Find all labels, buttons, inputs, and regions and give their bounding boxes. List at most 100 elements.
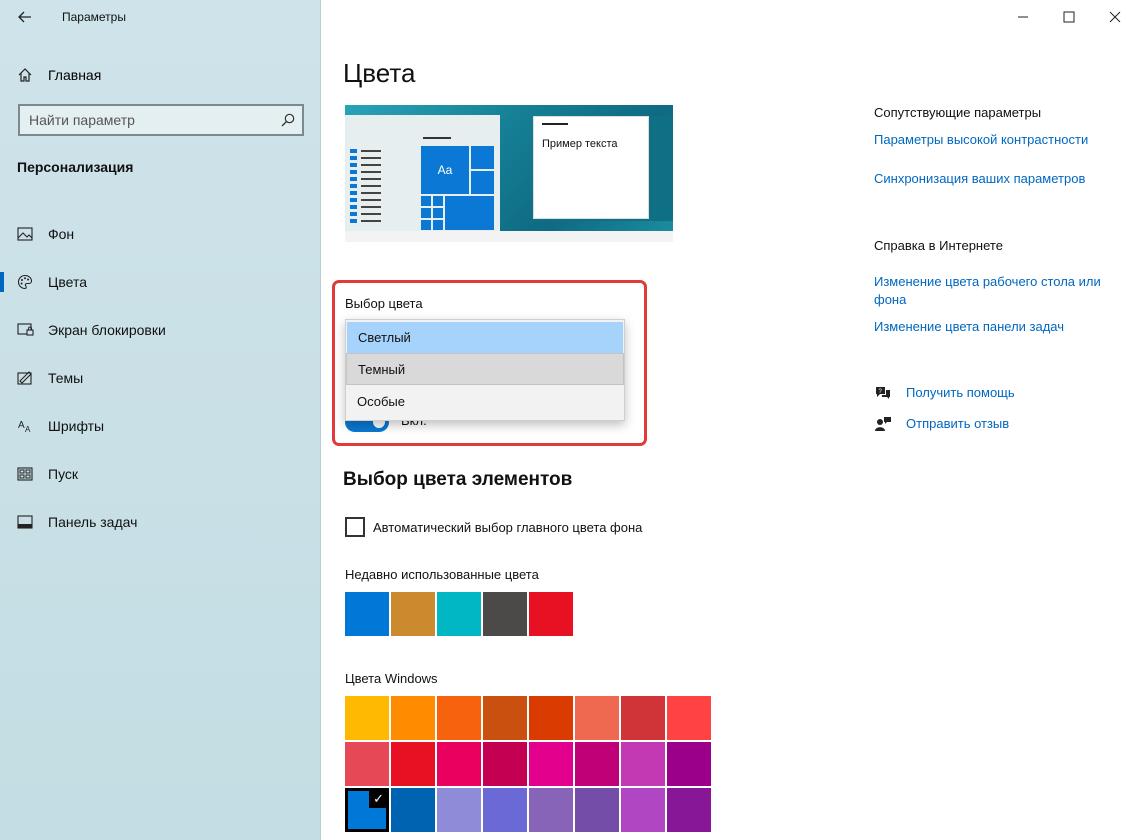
windows-colors-palette: ✓ xyxy=(345,696,713,834)
link-taskbar-color[interactable]: Изменение цвета панели задач xyxy=(874,318,1064,336)
get-help-link[interactable]: Получить помощь xyxy=(906,384,1015,402)
get-help-row[interactable]: ? Получить помощь xyxy=(872,384,1015,402)
sidebar-item-label: Фон xyxy=(48,226,75,242)
annotation-highlight xyxy=(332,280,647,446)
preview-document: Пример текста xyxy=(533,116,649,219)
palette-color-swatch[interactable] xyxy=(391,788,435,832)
palette-color-swatch[interactable] xyxy=(575,696,619,740)
back-arrow-icon xyxy=(18,11,31,23)
titlebar-left: Параметры xyxy=(0,0,321,34)
palette-color-swatch[interactable] xyxy=(621,696,665,740)
palette-color-swatch[interactable] xyxy=(437,696,481,740)
palette-row: ✓ xyxy=(345,788,713,834)
palette-row xyxy=(345,742,713,788)
maximize-icon xyxy=(1063,11,1075,23)
sidebar-item-label: Панель задач xyxy=(48,514,138,530)
sidebar-item-taskbar[interactable]: Панель задач xyxy=(0,498,321,546)
palette-color-swatch[interactable] xyxy=(483,742,527,786)
recent-color-swatch[interactable] xyxy=(391,592,435,636)
palette-color-swatch[interactable] xyxy=(483,788,527,832)
page-title: Цвета xyxy=(343,58,416,88)
related-settings-title: Сопутствующие параметры xyxy=(874,105,1042,120)
recent-color-swatch[interactable] xyxy=(345,592,389,636)
palette-color-swatch[interactable] xyxy=(437,788,481,832)
auto-accent-row[interactable]: Автоматический выбор главного цвета фона xyxy=(345,517,642,537)
recent-colors xyxy=(345,592,575,636)
palette-color-swatch[interactable] xyxy=(529,788,573,832)
nav-home[interactable]: Главная xyxy=(0,60,321,90)
close-icon xyxy=(1109,11,1121,23)
palette-color-swatch[interactable] xyxy=(667,788,711,832)
palette-color-swatch[interactable] xyxy=(621,742,665,786)
palette-color-swatch[interactable] xyxy=(391,696,435,740)
minimize-icon xyxy=(1018,16,1028,18)
sidebar: Параметры Главная Персонализация Фон Цве… xyxy=(0,0,321,840)
theme-preview: Aa Пример текста xyxy=(345,105,673,242)
auto-accent-label: Автоматический выбор главного цвета фона xyxy=(373,519,643,535)
sidebar-item-label: Темы xyxy=(48,370,84,386)
sidebar-item-label: Цвета xyxy=(48,274,87,290)
recent-color-swatch[interactable] xyxy=(437,592,481,636)
preview-menu-list xyxy=(350,147,381,224)
palette-color-swatch[interactable] xyxy=(345,696,389,740)
help-title: Справка в Интернете xyxy=(874,238,1003,253)
search-icon[interactable] xyxy=(280,112,296,128)
palette-color-swatch[interactable] xyxy=(391,742,435,786)
palette-color-swatch[interactable] xyxy=(575,788,619,832)
sidebar-item-label: Шрифты xyxy=(48,418,105,434)
sidebar-item-label: Экран блокировки xyxy=(48,322,166,338)
preview-divider xyxy=(423,137,451,139)
palette-color-swatch[interactable] xyxy=(529,696,573,740)
svg-text:A: A xyxy=(25,425,31,434)
sidebar-item-fonts[interactable]: AA Шрифты xyxy=(0,402,321,450)
themes-icon xyxy=(0,370,48,386)
palette-color-swatch[interactable] xyxy=(345,742,389,786)
recent-color-swatch[interactable] xyxy=(529,592,573,636)
image-icon xyxy=(0,227,48,241)
search-input[interactable] xyxy=(20,112,270,128)
checkmark-icon: ✓ xyxy=(373,791,384,806)
link-sync-settings[interactable]: Синхронизация ваших параметров xyxy=(874,170,1085,188)
sidebar-item-lock-screen[interactable]: Экран блокировки xyxy=(0,306,321,354)
home-icon xyxy=(0,67,48,83)
palette-color-swatch[interactable] xyxy=(621,788,665,832)
minimize-button[interactable] xyxy=(1000,0,1046,34)
app-title: Параметры xyxy=(62,10,126,24)
palette-color-swatch[interactable]: ✓ xyxy=(345,788,389,832)
palette-color-swatch[interactable] xyxy=(437,742,481,786)
feedback-icon xyxy=(872,415,894,433)
link-high-contrast[interactable]: Параметры высокой контрастности xyxy=(874,131,1088,149)
palette-color-swatch[interactable] xyxy=(667,696,711,740)
help-chat-icon: ? xyxy=(872,384,894,402)
palette-row xyxy=(345,696,713,742)
close-button[interactable] xyxy=(1092,0,1138,34)
preview-tile-aa: Aa xyxy=(421,146,469,194)
fonts-icon: AA xyxy=(0,418,48,434)
nav-list: Фон Цвета Экран блокировки Темы AA Шрифт… xyxy=(0,210,321,546)
sidebar-item-background[interactable]: Фон xyxy=(0,210,321,258)
feedback-link[interactable]: Отправить отзыв xyxy=(906,415,1009,433)
lock-screen-icon xyxy=(0,323,48,337)
preview-taskbar xyxy=(345,231,673,242)
palette-color-swatch[interactable] xyxy=(483,696,527,740)
search-box[interactable] xyxy=(18,104,304,136)
feedback-row[interactable]: Отправить отзыв xyxy=(872,415,1009,433)
sidebar-item-label: Пуск xyxy=(48,466,79,482)
auto-accent-checkbox[interactable] xyxy=(345,517,365,537)
recent-color-swatch[interactable] xyxy=(483,592,527,636)
back-button[interactable] xyxy=(12,6,38,28)
section-title: Персонализация xyxy=(17,159,134,175)
palette-color-swatch[interactable] xyxy=(575,742,619,786)
link-desktop-color[interactable]: Изменение цвета рабочего стола или фона xyxy=(874,273,1114,309)
sidebar-item-start[interactable]: Пуск xyxy=(0,450,321,498)
palette-color-swatch[interactable] xyxy=(529,742,573,786)
windows-colors-label: Цвета Windows xyxy=(345,671,438,686)
maximize-button[interactable] xyxy=(1046,0,1092,34)
recent-colors-label: Недавно использованные цвета xyxy=(345,567,539,582)
sidebar-item-themes[interactable]: Темы xyxy=(0,354,321,402)
start-icon xyxy=(0,467,48,481)
palette-color-swatch[interactable] xyxy=(667,742,711,786)
sidebar-item-colors[interactable]: Цвета xyxy=(0,258,321,306)
nav-home-label: Главная xyxy=(48,67,102,83)
palette-icon xyxy=(0,274,48,290)
